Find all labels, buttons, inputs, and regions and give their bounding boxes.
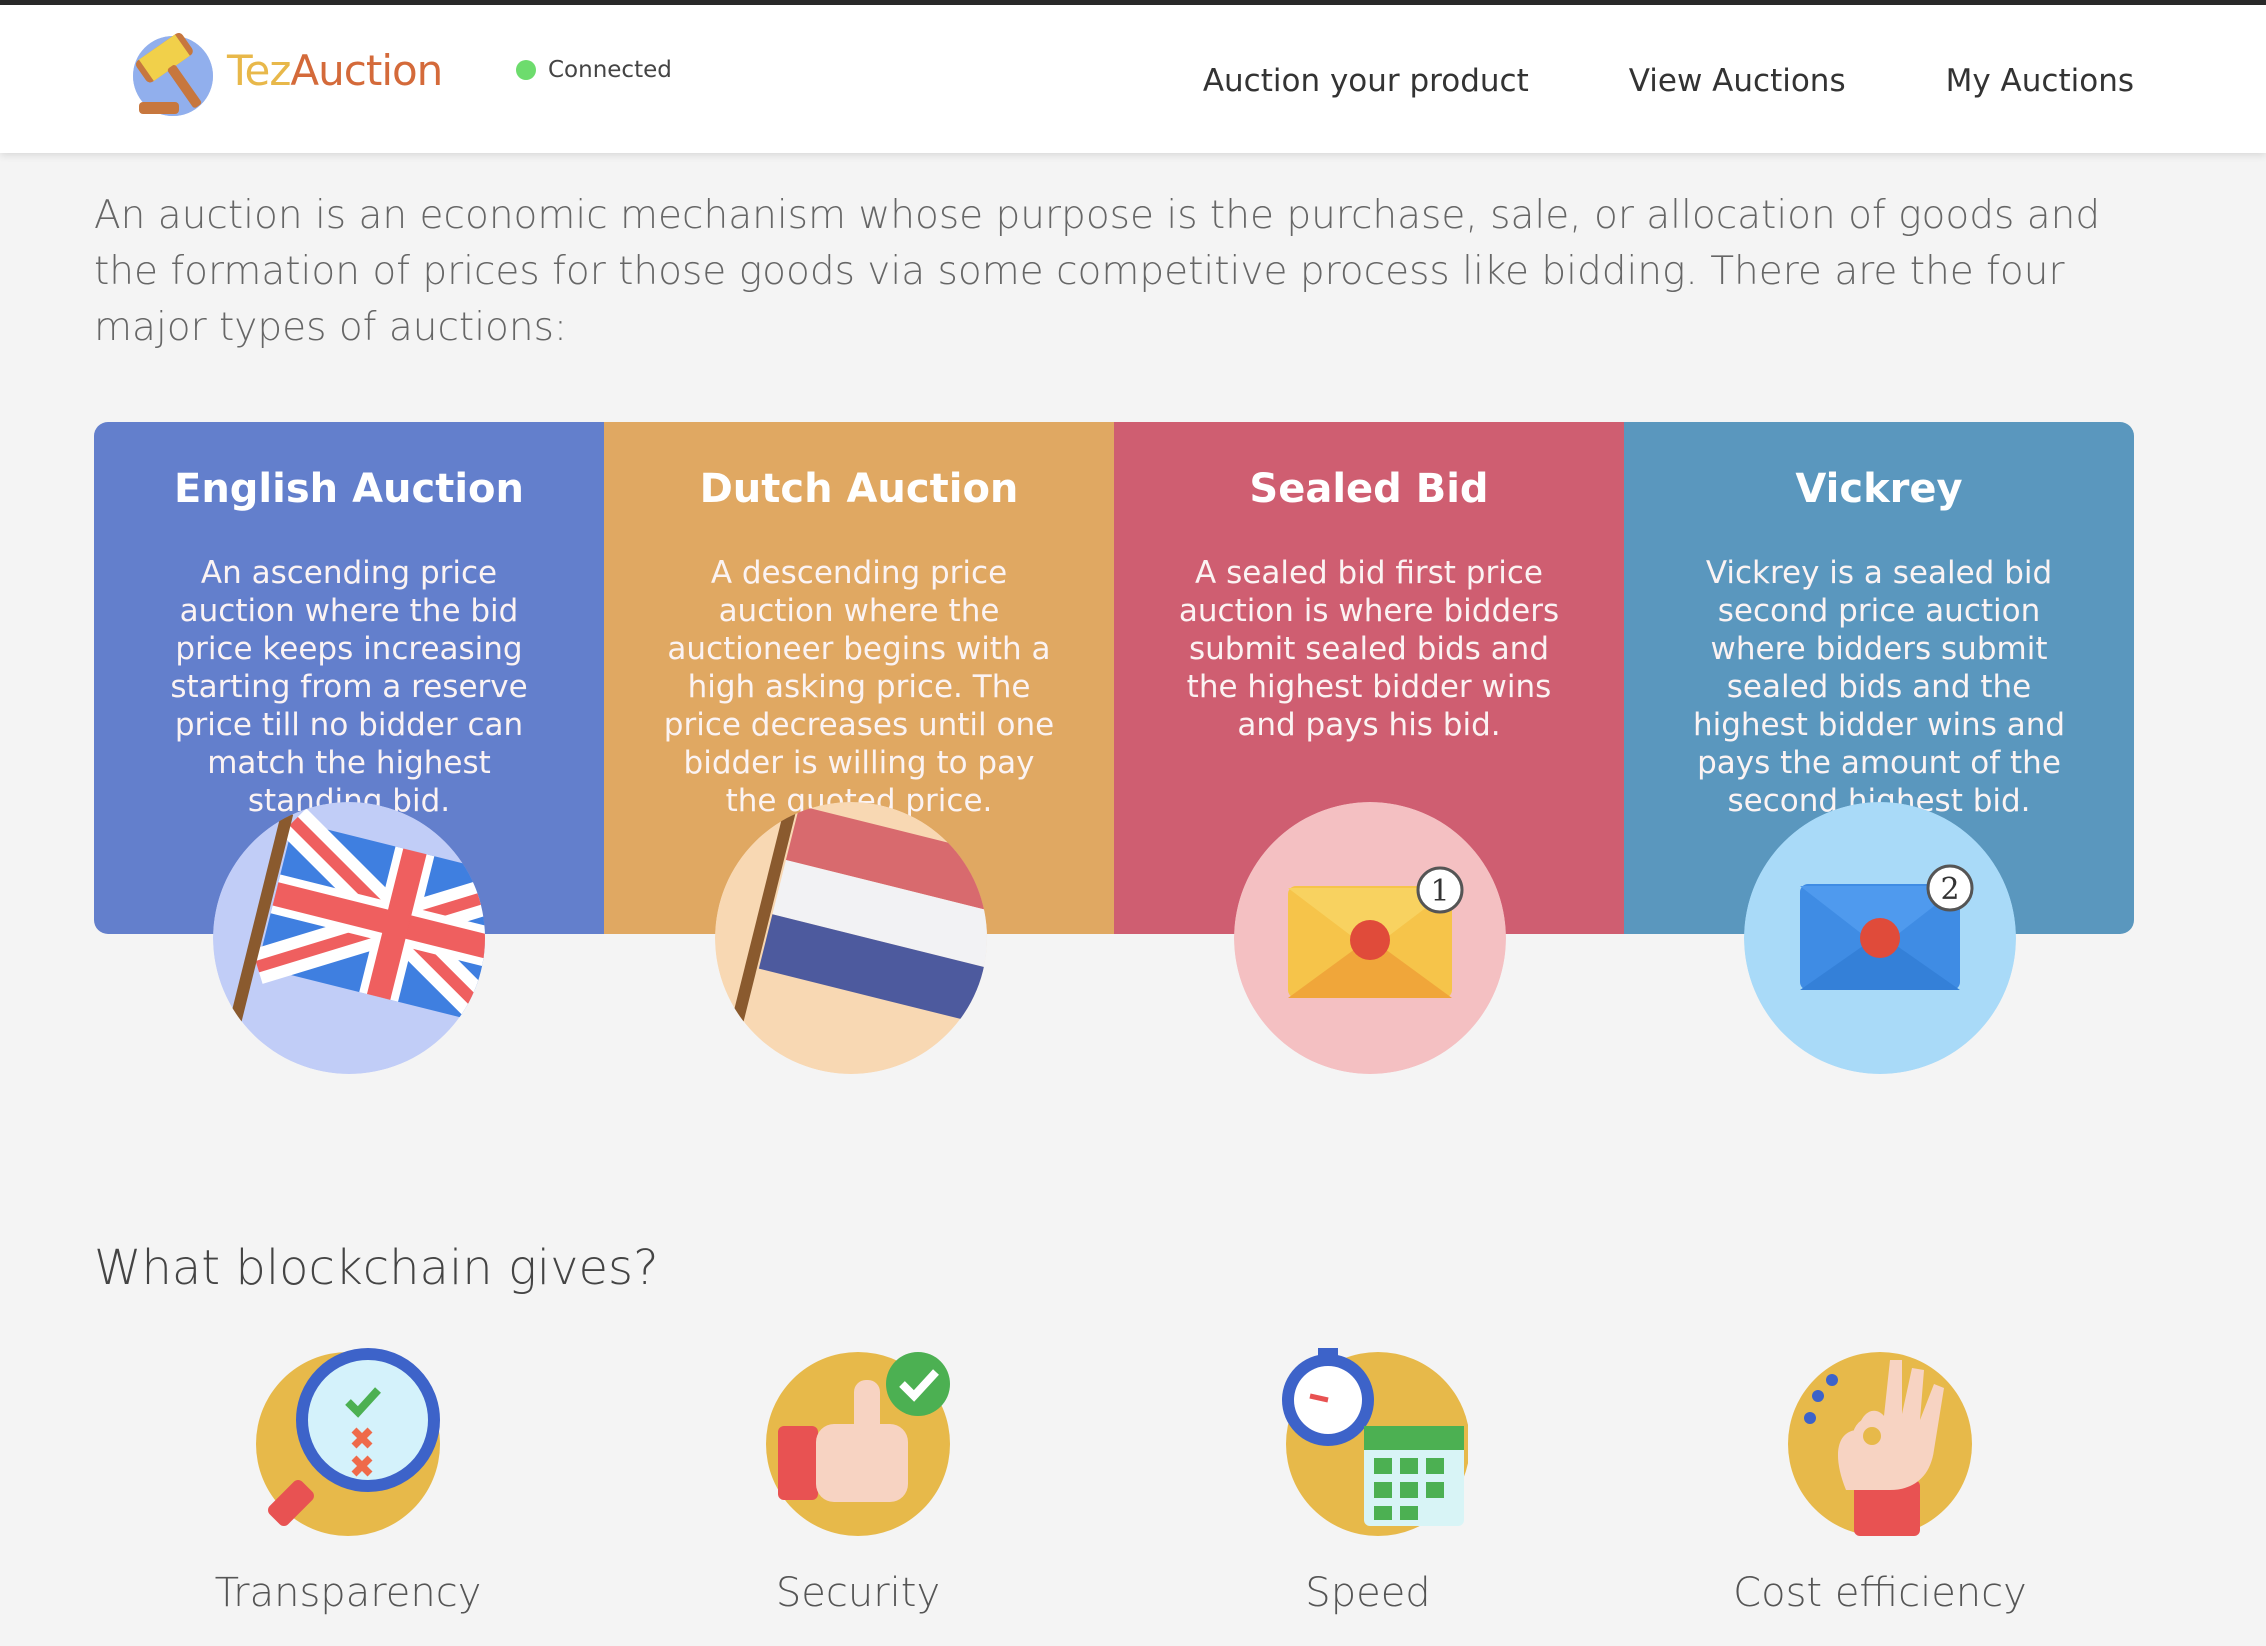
benefits-title: What blockchain gives? xyxy=(94,1240,659,1296)
card-title: Dutch Auction xyxy=(699,466,1019,512)
card-description: A descending price auction where the auc… xyxy=(663,555,1055,819)
magnifier-check-icon xyxy=(248,1340,448,1540)
auction-type-icons: 1 2 xyxy=(94,802,2134,1074)
card-description: Vickrey is a sealed bid second price auc… xyxy=(1692,555,2066,819)
svg-text:1: 1 xyxy=(1430,874,1449,909)
intro-text: An auction is an economic mechanism whos… xyxy=(94,193,2101,350)
uk-flag-icon xyxy=(213,802,485,1074)
gavel-logo-icon xyxy=(133,32,213,116)
nav-view-auctions[interactable]: View Auctions xyxy=(1629,63,1846,99)
card-title: Vickrey xyxy=(1795,466,1963,512)
logo[interactable]: TezAuction xyxy=(125,15,445,125)
benefit-label: Cost efficiency xyxy=(1733,1570,2027,1616)
benefit-label: Speed xyxy=(1305,1570,1431,1616)
netherlands-flag-icon xyxy=(715,802,987,1074)
thumbs-up-check-icon xyxy=(758,1340,958,1540)
stopwatch-calendar-icon xyxy=(1268,1340,1470,1540)
nav-auction-your-product[interactable]: Auction your product xyxy=(1203,63,1529,99)
card-description: A sealed bid first price auction is wher… xyxy=(1178,555,1560,743)
status-dot-icon xyxy=(516,60,536,80)
benefit-cost-efficiency: Cost efficiency xyxy=(1680,1340,2080,1616)
svg-text:2: 2 xyxy=(1940,872,1959,907)
logo-text: TezAuction xyxy=(227,45,443,95)
connection-status: Connected xyxy=(516,57,672,83)
benefit-transparency: Transparency xyxy=(148,1340,548,1616)
status-label: Connected xyxy=(548,57,672,83)
benefit-label: Security xyxy=(775,1570,941,1616)
benefit-speed: Speed xyxy=(1168,1340,1568,1616)
main-nav: Auction your product View Auctions My Au… xyxy=(1103,63,2134,99)
card-description: An ascending price auction where the bid… xyxy=(170,555,528,819)
nav-my-auctions[interactable]: My Auctions xyxy=(1946,63,2134,99)
site-header: TezAuction Connected Auction your produc… xyxy=(0,5,2266,153)
sealed-envelope-first-icon: 1 xyxy=(1234,802,1506,1074)
benefit-label: Transparency xyxy=(214,1570,482,1616)
sealed-envelope-second-icon: 2 xyxy=(1744,802,2016,1074)
benefit-security: Security xyxy=(658,1340,1058,1616)
card-title: Sealed Bid xyxy=(1249,466,1489,512)
card-title: English Auction xyxy=(174,466,524,512)
ok-hand-icon xyxy=(1780,1340,1980,1540)
